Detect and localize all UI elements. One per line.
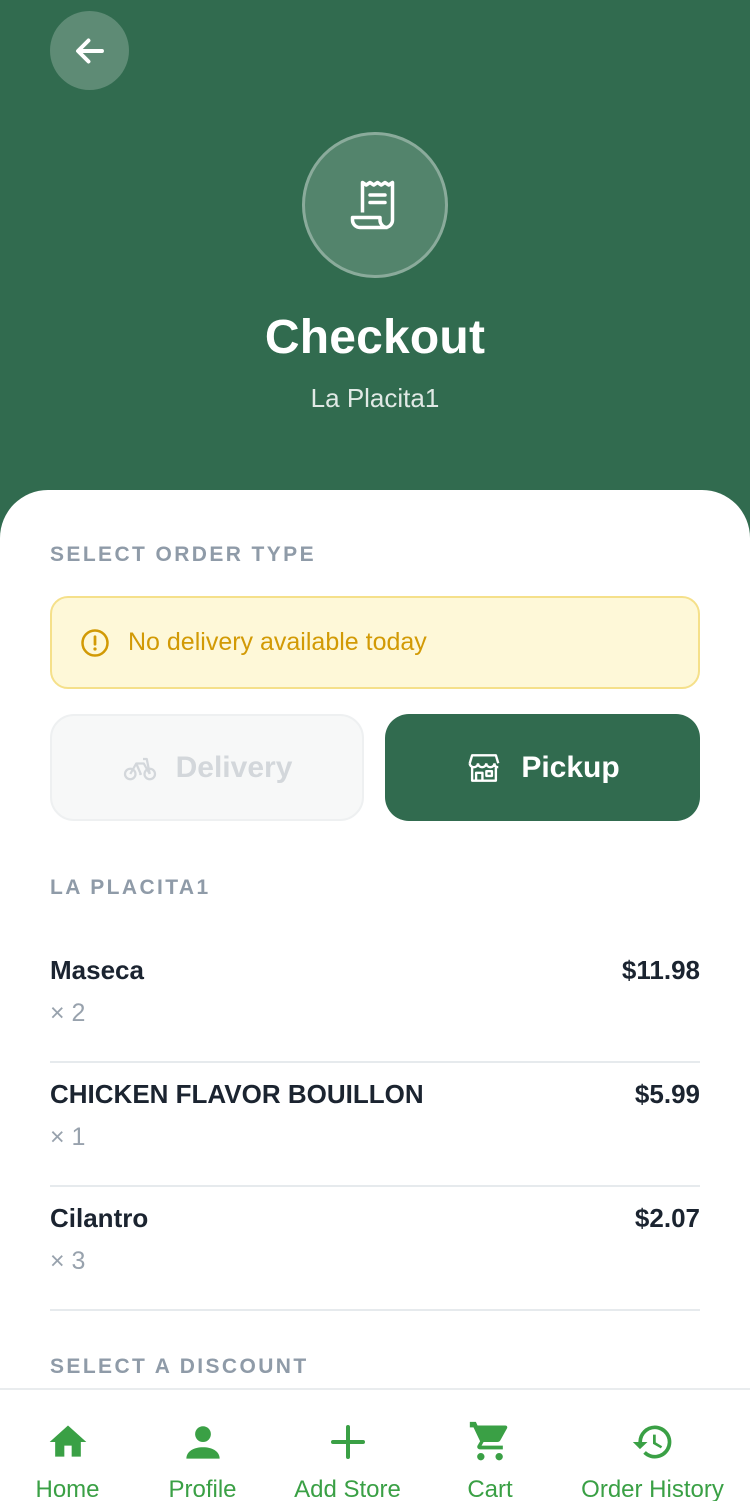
cart-item-price: $5.99 xyxy=(634,1079,700,1109)
nav-item-home[interactable]: Home xyxy=(0,1390,135,1501)
bottom-nav: Home Profile Add Store Cart Order Histor… xyxy=(0,1388,750,1501)
store-subtitle: La Placita1 xyxy=(310,383,440,413)
hero-badge xyxy=(302,132,448,278)
history-icon xyxy=(631,1420,675,1464)
page-title: Checkout xyxy=(264,311,486,364)
cart-item-quantity: × 1 xyxy=(50,1123,86,1151)
nav-label-profile: Profile xyxy=(168,1476,237,1501)
cart-item: Maseca × 2 $11.98 xyxy=(50,939,700,1063)
delivery-option-button: Delivery xyxy=(50,714,364,821)
bicycle-icon xyxy=(123,757,156,780)
cart-item-price: $11.98 xyxy=(621,955,700,985)
cart-item-quantity: × 2 xyxy=(50,999,86,1027)
delivery-warning-banner: No delivery available today xyxy=(50,596,700,689)
cart-item: Cilantro × 3 $2.07 xyxy=(50,1187,700,1311)
delivery-option-label: Delivery xyxy=(175,750,293,784)
pickup-option-button[interactable]: Pickup xyxy=(385,714,700,821)
cart-item-name: CHICKEN FLAVOR BOUILLON xyxy=(50,1079,424,1109)
cart-icon xyxy=(468,1420,512,1464)
nav-item-cart[interactable]: Cart xyxy=(425,1390,555,1501)
discount-section-label: SELECT A DISCOUNT xyxy=(50,1355,309,1378)
store-section-label: LA PLACITA1 xyxy=(50,876,211,899)
pickup-option-label: Pickup xyxy=(521,750,620,784)
plus-icon xyxy=(326,1420,370,1464)
nav-label-home: Home xyxy=(35,1476,100,1501)
home-icon xyxy=(46,1420,90,1464)
receipt-icon xyxy=(350,180,395,230)
nav-item-order-history[interactable]: Order History xyxy=(555,1390,750,1501)
nav-label-cart: Cart xyxy=(467,1476,513,1501)
cart-item-name: Maseca xyxy=(50,955,144,985)
nav-label-add-store: Add Store xyxy=(294,1476,401,1501)
arrow-left-icon xyxy=(75,38,104,63)
header: Checkout La Placita1 xyxy=(0,0,750,560)
nav-item-profile[interactable]: Profile xyxy=(135,1390,270,1501)
cart-item-quantity: × 3 xyxy=(50,1247,86,1275)
alert-circle-icon xyxy=(81,628,109,657)
person-icon xyxy=(181,1420,225,1464)
storefront-icon xyxy=(468,753,500,782)
cart-item-price: $2.07 xyxy=(634,1203,700,1233)
back-button[interactable] xyxy=(50,11,129,90)
cart-item-name: Cilantro xyxy=(50,1203,149,1233)
delivery-warning-text: No delivery available today xyxy=(128,628,427,656)
order-type-section-label: SELECT ORDER TYPE xyxy=(50,543,316,566)
nav-label-order-history: Order History xyxy=(581,1476,724,1501)
cart-item: CHICKEN FLAVOR BOUILLON × 1 $5.99 xyxy=(50,1063,700,1187)
nav-item-add-store[interactable]: Add Store xyxy=(270,1390,425,1501)
